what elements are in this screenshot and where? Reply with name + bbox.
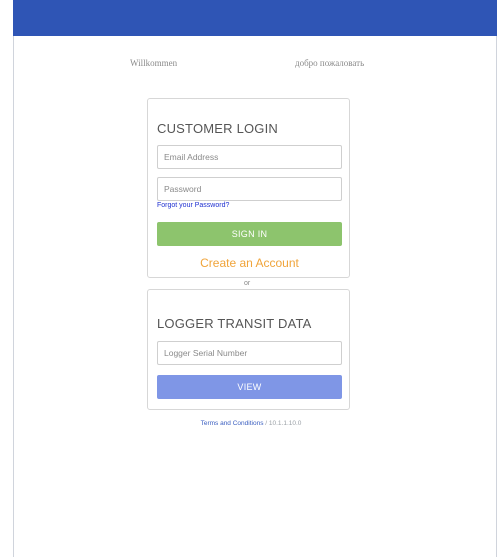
- password-field[interactable]: [157, 177, 342, 201]
- terms-link[interactable]: Terms and Conditions: [201, 420, 264, 427]
- customer-login-card: CUSTOMER LOGIN Forgot your Password? SIG…: [147, 98, 350, 278]
- logger-transit-card: LOGGER TRANSIT DATA VIEW: [147, 289, 350, 410]
- view-button[interactable]: VIEW: [157, 375, 342, 399]
- create-account-link[interactable]: Create an Account: [148, 256, 351, 270]
- welcome-russian: добро пожаловать: [295, 58, 365, 68]
- page-frame: [13, 0, 497, 557]
- or-divider: or: [244, 280, 251, 287]
- forgot-password-link[interactable]: Forgot your Password?: [157, 202, 229, 209]
- top-header-bar: [13, 0, 497, 36]
- logger-transit-title: LOGGER TRANSIT DATA: [157, 316, 312, 331]
- sign-in-button[interactable]: SIGN IN: [157, 222, 342, 246]
- footer: Terms and Conditions / 10.1.1.10.0: [0, 420, 502, 427]
- customer-login-title: CUSTOMER LOGIN: [157, 121, 279, 136]
- logger-serial-field[interactable]: [157, 341, 342, 365]
- welcome-german: Willkommen: [130, 58, 178, 68]
- version-text: / 10.1.1.10.0: [265, 420, 302, 427]
- email-field[interactable]: [157, 145, 342, 169]
